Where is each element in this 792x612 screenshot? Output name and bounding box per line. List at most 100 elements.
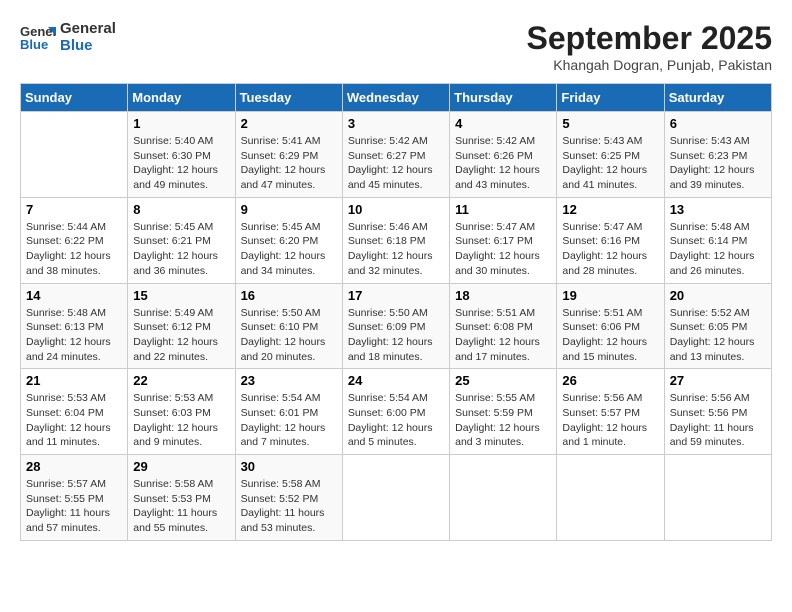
day-number: 7 xyxy=(26,202,122,217)
calendar-cell: 13 Sunrise: 5:48 AMSunset: 6:14 PMDayligh… xyxy=(664,197,771,283)
day-info: Sunrise: 5:43 AMSunset: 6:25 PMDaylight:… xyxy=(562,134,658,193)
day-info: Sunrise: 5:46 AMSunset: 6:18 PMDaylight:… xyxy=(348,220,444,279)
day-info: Sunrise: 5:42 AMSunset: 6:27 PMDaylight:… xyxy=(348,134,444,193)
day-info: Sunrise: 5:58 AMSunset: 5:53 PMDaylight:… xyxy=(133,477,229,536)
day-info: Sunrise: 5:57 AMSunset: 5:55 PMDaylight:… xyxy=(26,477,122,536)
day-number: 8 xyxy=(133,202,229,217)
day-info: Sunrise: 5:47 AMSunset: 6:16 PMDaylight:… xyxy=(562,220,658,279)
calendar-cell: 14 Sunrise: 5:48 AMSunset: 6:13 PMDayligh… xyxy=(21,283,128,369)
day-number: 15 xyxy=(133,288,229,303)
day-number: 29 xyxy=(133,459,229,474)
day-number: 24 xyxy=(348,373,444,388)
day-number: 23 xyxy=(241,373,337,388)
day-info: Sunrise: 5:50 AMSunset: 6:09 PMDaylight:… xyxy=(348,306,444,365)
weekday-header-monday: Monday xyxy=(128,84,235,112)
calendar-cell: 21 Sunrise: 5:53 AMSunset: 6:04 PMDayligh… xyxy=(21,369,128,455)
svg-text:Blue: Blue xyxy=(20,37,48,52)
weekday-header-saturday: Saturday xyxy=(664,84,771,112)
day-number: 25 xyxy=(455,373,551,388)
weekday-header-tuesday: Tuesday xyxy=(235,84,342,112)
calendar-cell: 16Sunrise: 5:50 AMSunset: 6:10 PMDayligh… xyxy=(235,283,342,369)
day-number: 10 xyxy=(348,202,444,217)
calendar-cell: 27Sunrise: 5:56 AMSunset: 5:56 PMDayligh… xyxy=(664,369,771,455)
day-info: Sunrise: 5:49 AMSunset: 6:12 PMDaylight:… xyxy=(133,306,229,365)
day-number: 19 xyxy=(562,288,658,303)
day-number: 30 xyxy=(241,459,337,474)
day-number: 4 xyxy=(455,116,551,131)
calendar-cell: 19 Sunrise: 5:51 AMSunset: 6:06 PMDayligh… xyxy=(557,283,664,369)
weekday-header-wednesday: Wednesday xyxy=(342,84,449,112)
day-number: 20 xyxy=(670,288,766,303)
calendar-cell xyxy=(342,455,449,541)
day-info: Sunrise: 5:40 AMSunset: 6:30 PMDaylight:… xyxy=(133,134,229,193)
day-info: Sunrise: 5:51 AMSunset: 6:08 PMDaylight:… xyxy=(455,306,551,365)
logo: General Blue General Blue xyxy=(20,20,116,54)
day-info: Sunrise: 5:53 AMSunset: 6:04 PMDaylight:… xyxy=(26,391,122,450)
day-number: 21 xyxy=(26,373,122,388)
day-info: Sunrise: 5:41 AMSunset: 6:29 PMDaylight:… xyxy=(241,134,337,193)
day-info: Sunrise: 5:58 AMSunset: 5:52 PMDaylight:… xyxy=(241,477,337,536)
calendar-cell: 7 Sunrise: 5:44 AMSunset: 6:22 PMDaylight… xyxy=(21,197,128,283)
calendar-table: SundayMondayTuesdayWednesdayThursdayFrid… xyxy=(20,83,772,541)
calendar-cell: 25 Sunrise: 5:55 AMSunset: 5:59 PMDayligh… xyxy=(450,369,557,455)
weekday-header-thursday: Thursday xyxy=(450,84,557,112)
calendar-cell: 10 Sunrise: 5:46 AMSunset: 6:18 PMDayligh… xyxy=(342,197,449,283)
calendar-cell: 6Sunrise: 5:43 AMSunset: 6:23 PMDaylight… xyxy=(664,112,771,198)
calendar-cell xyxy=(450,455,557,541)
day-number: 11 xyxy=(455,202,551,217)
day-info: Sunrise: 5:42 AMSunset: 6:26 PMDaylight:… xyxy=(455,134,551,193)
day-number: 28 xyxy=(26,459,122,474)
calendar-cell: 17 Sunrise: 5:50 AMSunset: 6:09 PMDayligh… xyxy=(342,283,449,369)
day-number: 13 xyxy=(670,202,766,217)
day-number: 3 xyxy=(348,116,444,131)
calendar-cell: 30 Sunrise: 5:58 AMSunset: 5:52 PMDayligh… xyxy=(235,455,342,541)
day-number: 27 xyxy=(670,373,766,388)
calendar-cell: 24Sunrise: 5:54 AMSunset: 6:00 PMDayligh… xyxy=(342,369,449,455)
day-info: Sunrise: 5:51 AMSunset: 6:06 PMDaylight:… xyxy=(562,306,658,365)
day-info: Sunrise: 5:54 AMSunset: 6:01 PMDaylight:… xyxy=(241,391,337,450)
calendar-cell: 2 Sunrise: 5:41 AMSunset: 6:29 PMDaylight… xyxy=(235,112,342,198)
calendar-cell: 28 Sunrise: 5:57 AMSunset: 5:55 PMDayligh… xyxy=(21,455,128,541)
weekday-header-friday: Friday xyxy=(557,84,664,112)
day-number: 14 xyxy=(26,288,122,303)
day-info: Sunrise: 5:56 AMSunset: 5:57 PMDaylight:… xyxy=(562,391,658,450)
day-info: Sunrise: 5:44 AMSunset: 6:22 PMDaylight:… xyxy=(26,220,122,279)
day-info: Sunrise: 5:55 AMSunset: 5:59 PMDaylight:… xyxy=(455,391,551,450)
day-number: 26 xyxy=(562,373,658,388)
calendar-cell: 26 Sunrise: 5:56 AMSunset: 5:57 PMDayligh… xyxy=(557,369,664,455)
day-number: 2 xyxy=(241,116,337,131)
calendar-cell: 11Sunrise: 5:47 AMSunset: 6:17 PMDayligh… xyxy=(450,197,557,283)
day-number: 9 xyxy=(241,202,337,217)
day-number: 12 xyxy=(562,202,658,217)
logo-blue: Blue xyxy=(60,37,116,54)
calendar-cell: 5Sunrise: 5:43 AMSunset: 6:25 PMDaylight… xyxy=(557,112,664,198)
calendar-cell xyxy=(664,455,771,541)
day-number: 17 xyxy=(348,288,444,303)
calendar-week-row: 21 Sunrise: 5:53 AMSunset: 6:04 PMDayligh… xyxy=(21,369,772,455)
logo-icon: General Blue xyxy=(20,22,56,52)
day-info: Sunrise: 5:43 AMSunset: 6:23 PMDaylight:… xyxy=(670,134,766,193)
day-info: Sunrise: 5:48 AMSunset: 6:14 PMDaylight:… xyxy=(670,220,766,279)
day-info: Sunrise: 5:50 AMSunset: 6:10 PMDaylight:… xyxy=(241,306,337,365)
day-info: Sunrise: 5:53 AMSunset: 6:03 PMDaylight:… xyxy=(133,391,229,450)
day-info: Sunrise: 5:45 AMSunset: 6:21 PMDaylight:… xyxy=(133,220,229,279)
calendar-week-row: 28 Sunrise: 5:57 AMSunset: 5:55 PMDayligh… xyxy=(21,455,772,541)
calendar-cell: 12 Sunrise: 5:47 AMSunset: 6:16 PMDayligh… xyxy=(557,197,664,283)
weekday-header-row: SundayMondayTuesdayWednesdayThursdayFrid… xyxy=(21,84,772,112)
day-info: Sunrise: 5:45 AMSunset: 6:20 PMDaylight:… xyxy=(241,220,337,279)
calendar-cell: 8 Sunrise: 5:45 AMSunset: 6:21 PMDaylight… xyxy=(128,197,235,283)
calendar-week-row: 1 Sunrise: 5:40 AMSunset: 6:30 PMDaylight… xyxy=(21,112,772,198)
calendar-week-row: 14 Sunrise: 5:48 AMSunset: 6:13 PMDayligh… xyxy=(21,283,772,369)
calendar-cell: 3 Sunrise: 5:42 AMSunset: 6:27 PMDaylight… xyxy=(342,112,449,198)
month-title: September 2025 xyxy=(527,20,772,57)
day-info: Sunrise: 5:48 AMSunset: 6:13 PMDaylight:… xyxy=(26,306,122,365)
day-number: 18 xyxy=(455,288,551,303)
calendar-cell xyxy=(557,455,664,541)
day-number: 1 xyxy=(133,116,229,131)
calendar-cell xyxy=(21,112,128,198)
day-info: Sunrise: 5:52 AMSunset: 6:05 PMDaylight:… xyxy=(670,306,766,365)
calendar-week-row: 7 Sunrise: 5:44 AMSunset: 6:22 PMDaylight… xyxy=(21,197,772,283)
calendar-cell: 20 Sunrise: 5:52 AMSunset: 6:05 PMDayligh… xyxy=(664,283,771,369)
calendar-cell: 23 Sunrise: 5:54 AMSunset: 6:01 PMDayligh… xyxy=(235,369,342,455)
calendar-cell: 22Sunrise: 5:53 AMSunset: 6:03 PMDayligh… xyxy=(128,369,235,455)
